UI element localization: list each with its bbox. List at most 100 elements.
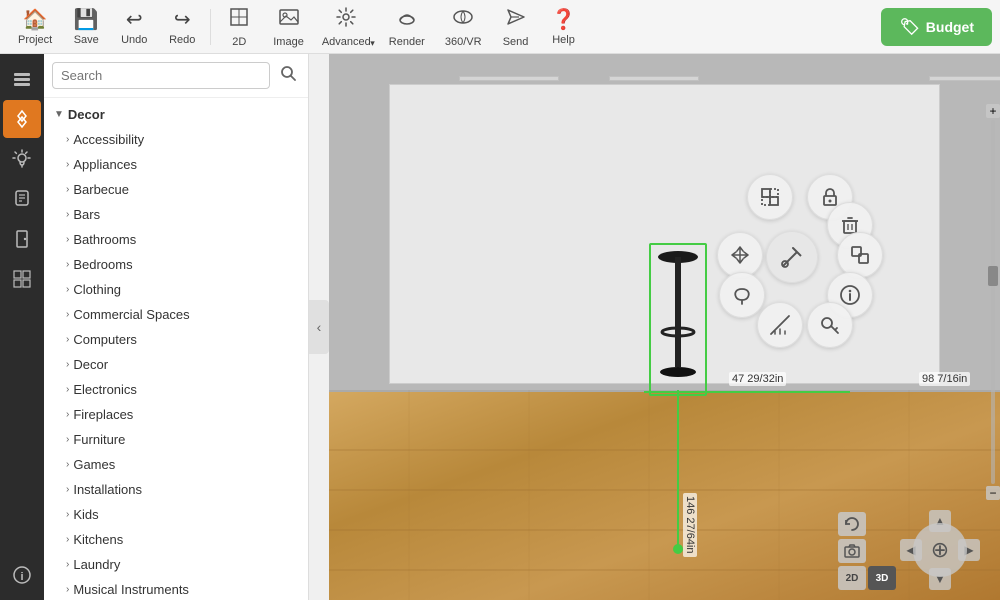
chevron-icon: › (66, 334, 69, 345)
toolbar-help[interactable]: ❓ Help (540, 2, 588, 52)
main-content: i ▼ Decor › Accessibility › Appliances (0, 54, 1000, 600)
sidebar-item-furniture[interactable]: › Furniture (44, 427, 308, 452)
sidebar-item-decor[interactable]: › Decor (44, 352, 308, 377)
iconbar-paint[interactable] (3, 180, 41, 218)
iconbar-info[interactable]: i (3, 556, 41, 594)
sidebar-item-barbecue[interactable]: › Barbecue (44, 177, 308, 202)
reset-view-button[interactable] (838, 512, 866, 536)
sidebar-item-computers[interactable]: › Computers (44, 327, 308, 352)
radial-edit-button[interactable] (747, 174, 793, 220)
toolbar-send[interactable]: Send (492, 2, 540, 52)
measure-label-right: 98 7/16in (919, 372, 970, 386)
radial-measure-button[interactable] (757, 302, 803, 348)
radial-tools-button[interactable] (766, 231, 818, 283)
sidebar-item-bedrooms[interactable]: › Bedrooms (44, 252, 308, 277)
measure-line-vertical (677, 390, 679, 550)
nav-center-button[interactable]: ⊕ (913, 523, 967, 577)
2d-icon (228, 6, 250, 34)
advanced-icon (335, 6, 357, 34)
sidebar-item-installations[interactable]: › Installations (44, 477, 308, 502)
sidebar-item-accessibility[interactable]: › Accessibility (44, 127, 308, 152)
ceiling-molding-right (929, 76, 1000, 81)
toolbar-redo[interactable]: ↪ Redo (158, 2, 206, 52)
iconbar-layers[interactable] (3, 60, 41, 98)
toolbar-undo[interactable]: ↩ Undo (110, 2, 158, 52)
sidebar-item-bars[interactable]: › Bars (44, 202, 308, 227)
360vr-icon (451, 6, 475, 34)
toolbar-2d[interactable]: 2D (215, 2, 263, 52)
zoom-out-button[interactable]: − (986, 486, 1000, 500)
sidebar-item-fireplaces[interactable]: › Fireplaces (44, 402, 308, 427)
toolbar-save[interactable]: 💾 Save (62, 2, 110, 52)
navigation-rose: ▲ ▼ ◀ ▶ ⊕ (900, 510, 980, 590)
toolbar-undo-label: Undo (121, 34, 147, 46)
iconbar-doors[interactable] (3, 220, 41, 258)
chevron-icon: › (66, 384, 69, 395)
toolbar-send-label: Send (503, 36, 529, 48)
viewport[interactable]: 47 29/32in 98 7/16in 146 27/64in (329, 54, 1000, 600)
iconbar-walls[interactable] (3, 260, 41, 298)
sidebar-item-clothing[interactable]: › Clothing (44, 277, 308, 302)
search-box (44, 54, 308, 98)
image-icon (278, 6, 300, 34)
radial-lasso-button[interactable] (719, 272, 765, 318)
ceiling-molding-center (609, 76, 699, 81)
measure-label-left: 47 29/32in (729, 372, 786, 386)
toolbar-project[interactable]: 🏠 Project (8, 2, 62, 52)
toolbar-help-label: Help (552, 34, 575, 46)
root-chevron-icon: ▼ (54, 109, 64, 120)
redo-icon: ↪ (174, 7, 191, 32)
sidebar-item-appliances[interactable]: › Appliances (44, 152, 308, 177)
undo-icon: ↩ (126, 7, 143, 32)
chevron-icon: › (66, 259, 69, 270)
sidebar-collapse-button[interactable]: ‹ (309, 300, 329, 354)
sidebar-root-header[interactable]: ▼ Decor (44, 102, 308, 127)
toolbar-advanced[interactable]: Advanced (314, 2, 379, 52)
chevron-icon: › (66, 484, 69, 495)
search-button[interactable] (276, 63, 300, 88)
zoom-in-button[interactable]: + (986, 104, 1000, 118)
iconbar-objects[interactable] (3, 100, 41, 138)
sidebar-item-bathrooms[interactable]: › Bathrooms (44, 227, 308, 252)
icon-bar: i (0, 54, 44, 600)
toolbar-render[interactable]: Render (379, 2, 435, 52)
sidebar-list: ▼ Decor › Accessibility › Appliances › B… (44, 98, 308, 600)
toolbar-360vr[interactable]: 360/VR (435, 2, 492, 52)
sidebar-item-electronics[interactable]: › Electronics (44, 377, 308, 402)
chevron-icon: › (66, 509, 69, 520)
sidebar-item-games[interactable]: › Games (44, 452, 308, 477)
radial-clone-button[interactable] (837, 232, 883, 278)
chevron-icon: › (66, 459, 69, 470)
sidebar-item-kitchens[interactable]: › Kitchens (44, 527, 308, 552)
sidebar-item-musical-instruments[interactable]: › Musical Instruments (44, 577, 308, 600)
toolbar-360vr-label: 360/VR (445, 36, 482, 48)
toolbar-advanced-label: Advanced (322, 36, 371, 48)
2d-3d-toggle: 2D 3D (838, 566, 896, 590)
search-input[interactable] (52, 62, 270, 89)
chevron-icon: › (66, 584, 69, 595)
budget-icon: 🏷 (899, 17, 919, 37)
chevron-icon: › (66, 159, 69, 170)
help-icon: ❓ (551, 7, 576, 32)
sidebar-item-kids[interactable]: › Kids (44, 502, 308, 527)
sidebar-item-commercial-spaces[interactable]: › Commercial Spaces (44, 302, 308, 327)
chevron-icon: › (66, 534, 69, 545)
budget-button[interactable]: 🏷 Budget (881, 8, 992, 46)
iconbar-lights[interactable] (3, 140, 41, 178)
radial-key-button[interactable] (807, 302, 853, 348)
zoom-bar: + − (986, 104, 1000, 500)
toolbar-project-label: Project (18, 34, 52, 46)
toolbar: 🏠 Project 💾 Save ↩ Undo ↪ Redo 2D Image … (0, 0, 1000, 54)
camera-button[interactable] (838, 539, 866, 563)
toolbar-image[interactable]: Image (263, 2, 314, 52)
zoom-thumb[interactable] (988, 266, 998, 286)
sidebar-root-label: Decor (68, 107, 105, 122)
project-icon: 🏠 (23, 7, 48, 32)
measure-line-horizontal (644, 391, 850, 393)
svg-text:i: i (20, 571, 23, 583)
view-2d-button[interactable]: 2D (838, 566, 866, 590)
sidebar-item-laundry[interactable]: › Laundry (44, 552, 308, 577)
chevron-icon: › (66, 134, 69, 145)
view-3d-button[interactable]: 3D (868, 566, 896, 590)
zoom-track (991, 120, 995, 484)
